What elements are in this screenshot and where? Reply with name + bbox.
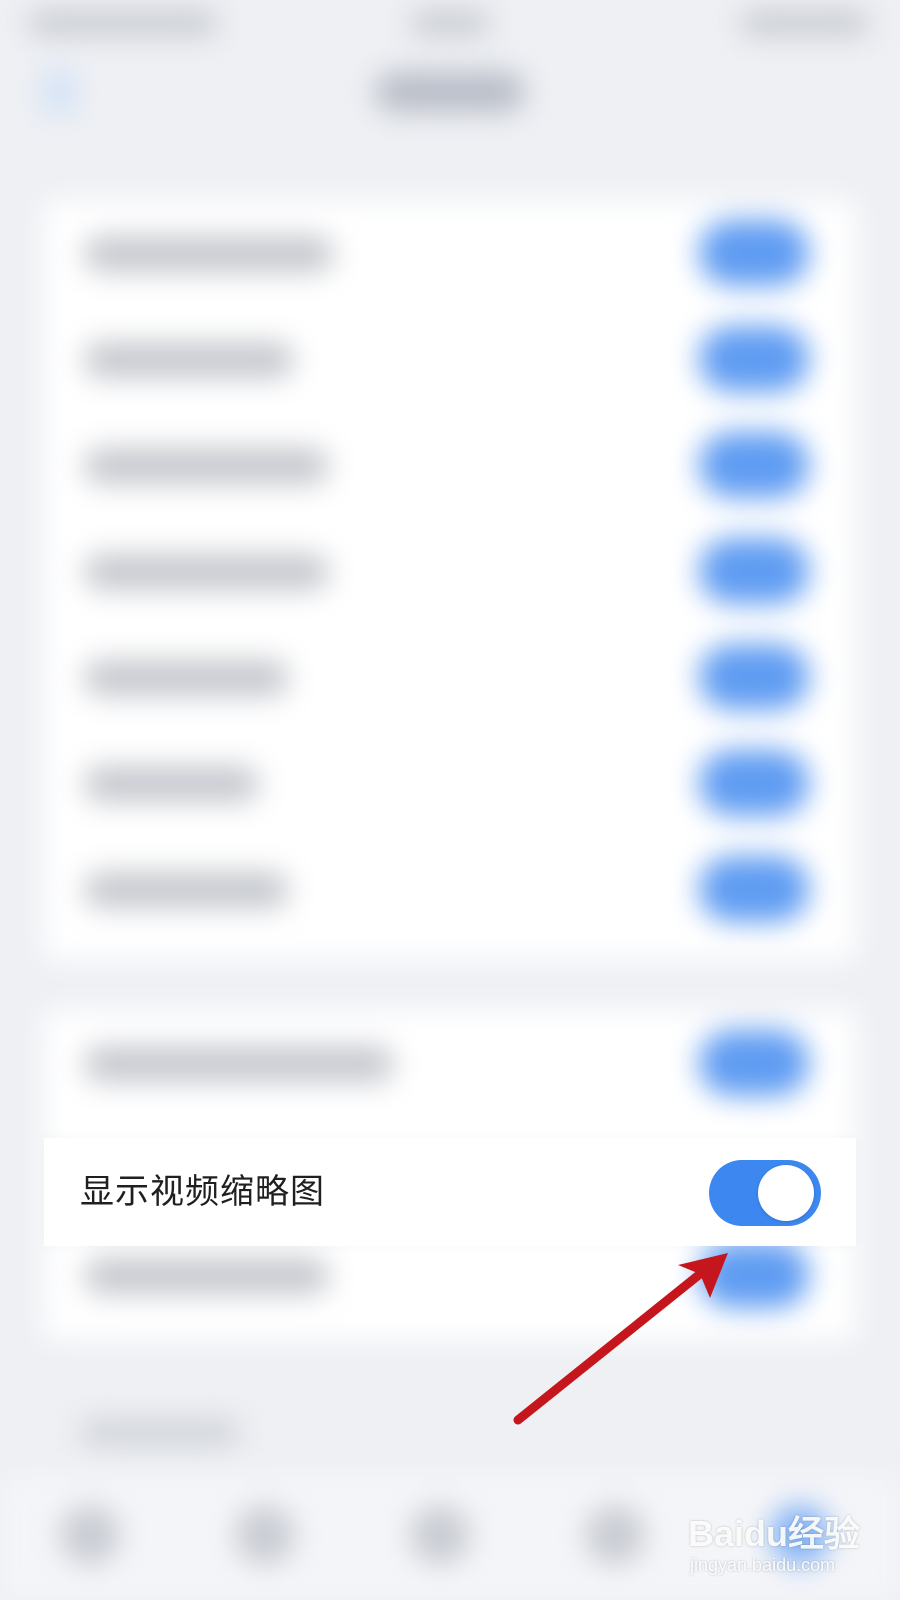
setting-row-blurred[interactable]	[84, 448, 329, 484]
watermark-url: jingyan.baidu.com	[690, 1555, 836, 1575]
toggle-blurred[interactable]	[699, 432, 809, 498]
section-label-blurred	[80, 1420, 240, 1446]
status-bar-center	[410, 10, 490, 36]
setting-row-blurred[interactable]	[84, 1046, 394, 1082]
toggle-blurred[interactable]	[699, 856, 809, 922]
status-bar-battery	[740, 10, 870, 36]
page-title	[375, 72, 525, 112]
toggle-knob	[758, 1165, 814, 1221]
setting-row-blurred[interactable]	[84, 766, 259, 802]
setting-row-blurred[interactable]	[84, 554, 329, 590]
tab-icon[interactable]	[60, 1505, 120, 1565]
toggle-blurred[interactable]	[699, 538, 809, 604]
toggle-blurred[interactable]	[699, 1242, 809, 1308]
setting-row-blurred[interactable]	[84, 236, 334, 272]
tab-icon[interactable]	[235, 1505, 295, 1565]
status-bar-time	[28, 10, 218, 36]
show-video-thumbnail-label: 显示视频缩略图	[80, 1172, 325, 1212]
toggle-blurred[interactable]	[699, 220, 809, 286]
setting-row-blurred[interactable]	[84, 342, 294, 378]
toggle-blurred[interactable]	[699, 644, 809, 710]
toggle-blurred[interactable]	[699, 326, 809, 392]
back-arrow-icon[interactable]	[44, 72, 74, 112]
setting-row-blurred[interactable]	[84, 872, 289, 908]
setting-row-blurred[interactable]	[84, 660, 289, 696]
baidu-watermark: Baidu经验 jingyan.baidu.com	[688, 1505, 861, 1585]
tab-icon[interactable]	[585, 1505, 645, 1565]
toggle-blurred[interactable]	[699, 1030, 809, 1096]
blurred-background	[0, 0, 900, 1600]
show-video-thumbnail-row: 显示视频缩略图	[44, 1138, 856, 1246]
settings-group-1	[44, 200, 856, 960]
watermark-brand: Baidu经验	[688, 1513, 861, 1554]
toggle-blurred[interactable]	[699, 750, 809, 816]
tab-icon[interactable]	[410, 1505, 470, 1565]
show-video-thumbnail-toggle[interactable]	[709, 1160, 821, 1226]
setting-row-blurred[interactable]	[84, 1258, 329, 1294]
